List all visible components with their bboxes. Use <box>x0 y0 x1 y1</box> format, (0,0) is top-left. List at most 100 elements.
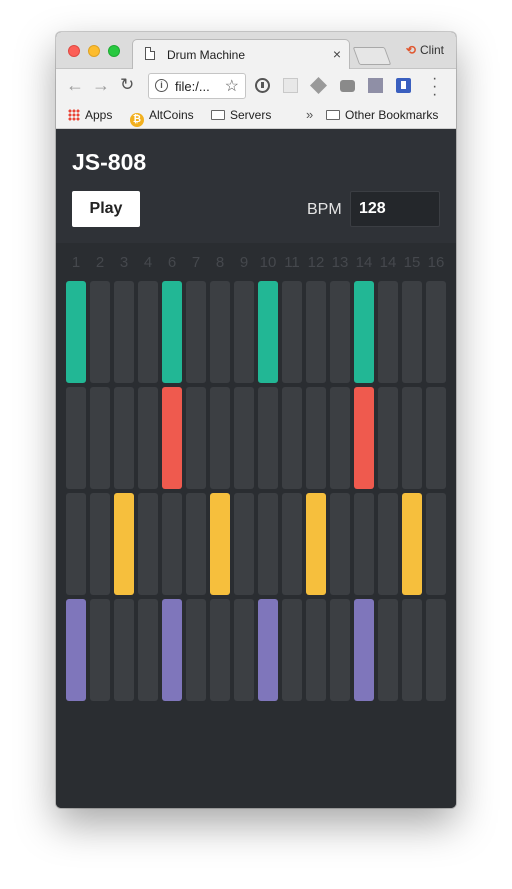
step-number: 16 <box>427 254 445 271</box>
step-pad[interactable] <box>330 387 350 489</box>
step-pad[interactable] <box>234 387 254 489</box>
step-pad-active[interactable] <box>210 493 230 595</box>
step-pad[interactable] <box>90 281 110 383</box>
step-pad[interactable] <box>402 281 422 383</box>
step-pad[interactable] <box>426 493 446 595</box>
step-pad[interactable] <box>426 387 446 489</box>
step-pad[interactable] <box>330 281 350 383</box>
maximize-window-button[interactable] <box>108 45 120 57</box>
step-pad[interactable] <box>186 599 206 701</box>
info-icon[interactable]: i <box>155 79 168 92</box>
step-pad[interactable] <box>306 281 326 383</box>
step-pad[interactable] <box>234 599 254 701</box>
step-pad[interactable] <box>90 493 110 595</box>
browser-menu-icon[interactable]: · · · <box>432 71 437 103</box>
step-pad[interactable] <box>66 387 86 489</box>
step-number: 6 <box>167 254 177 271</box>
step-pad-active[interactable] <box>114 493 134 595</box>
step-pad[interactable] <box>258 387 278 489</box>
tab-close-icon[interactable]: × <box>333 46 341 62</box>
step-pad[interactable] <box>402 387 422 489</box>
step-pad[interactable] <box>234 281 254 383</box>
bookmark-servers[interactable]: Servers <box>211 108 271 122</box>
step-pad[interactable] <box>138 599 158 701</box>
extension-page-icon[interactable] <box>283 78 298 93</box>
extension-layers-icon[interactable] <box>310 77 327 94</box>
step-pad-active[interactable] <box>258 281 278 383</box>
bookmark-star-icon[interactable]: ☆ <box>225 76 239 96</box>
extension-bookmark-icon[interactable] <box>396 78 411 93</box>
step-pad[interactable] <box>330 599 350 701</box>
step-pad[interactable] <box>378 493 398 595</box>
step-pad[interactable] <box>210 281 230 383</box>
step-pad[interactable] <box>138 493 158 595</box>
step-pad[interactable] <box>282 387 302 489</box>
step-pad[interactable] <box>354 493 374 595</box>
step-pad[interactable] <box>162 493 182 595</box>
bookmark-other[interactable]: Other Bookmarks <box>326 108 438 122</box>
step-pad[interactable] <box>138 387 158 489</box>
browser-window: Drum Machine × ⟲ Clint ← → ↻ i file:/... … <box>56 32 456 808</box>
close-window-button[interactable] <box>68 45 80 57</box>
profile-button[interactable]: ⟲ Clint <box>406 43 444 57</box>
step-number: 11 <box>284 254 300 271</box>
step-pad[interactable] <box>402 599 422 701</box>
bookmark-apps[interactable]: Apps <box>68 108 112 122</box>
step-number: 7 <box>191 254 201 271</box>
step-pad[interactable] <box>378 599 398 701</box>
step-pad[interactable] <box>426 599 446 701</box>
new-tab-button[interactable] <box>352 47 392 65</box>
step-pad[interactable] <box>90 599 110 701</box>
step-pad[interactable] <box>186 493 206 595</box>
step-pad-active[interactable] <box>66 599 86 701</box>
step-pad[interactable] <box>210 599 230 701</box>
step-pad[interactable] <box>306 387 326 489</box>
step-pad-active[interactable] <box>66 281 86 383</box>
step-pad[interactable] <box>186 387 206 489</box>
step-pad[interactable] <box>138 281 158 383</box>
step-number: 15 <box>403 254 421 271</box>
step-pad[interactable] <box>186 281 206 383</box>
step-pad-active[interactable] <box>162 281 182 383</box>
minimize-window-button[interactable] <box>88 45 100 57</box>
bpm-input[interactable] <box>350 191 440 227</box>
step-pad[interactable] <box>66 493 86 595</box>
step-pad-active[interactable] <box>354 599 374 701</box>
extension-info-icon[interactable] <box>255 78 270 93</box>
address-bar[interactable]: i file:/... ☆ <box>148 73 246 99</box>
extension-square-icon[interactable] <box>368 78 383 93</box>
step-pad-active[interactable] <box>306 493 326 595</box>
step-pad-active[interactable] <box>402 493 422 595</box>
step-pad[interactable] <box>282 599 302 701</box>
step-pad[interactable] <box>330 493 350 595</box>
step-pad[interactable] <box>114 387 134 489</box>
step-pad[interactable] <box>426 281 446 383</box>
extension-camera-icon[interactable] <box>340 80 355 92</box>
step-pad-active[interactable] <box>354 387 374 489</box>
app-title: JS-808 <box>72 149 147 175</box>
browser-tab[interactable]: Drum Machine × <box>132 39 350 69</box>
reload-icon[interactable]: ↻ <box>120 76 134 94</box>
step-pad[interactable] <box>306 599 326 701</box>
step-number: 2 <box>95 254 105 271</box>
step-pad[interactable] <box>282 281 302 383</box>
step-pad-active[interactable] <box>258 599 278 701</box>
bookmark-altcoins[interactable]: ₿ AltCoins <box>130 108 194 127</box>
step-pad[interactable] <box>258 493 278 595</box>
play-button[interactable]: Play <box>72 191 140 227</box>
step-pad[interactable] <box>114 599 134 701</box>
step-number: 1 <box>71 254 81 271</box>
step-pad-active[interactable] <box>354 281 374 383</box>
step-pad[interactable] <box>210 387 230 489</box>
step-pad[interactable] <box>378 387 398 489</box>
step-pad[interactable] <box>234 493 254 595</box>
step-pad[interactable] <box>378 281 398 383</box>
step-pad[interactable] <box>282 493 302 595</box>
step-pad-active[interactable] <box>162 387 182 489</box>
step-pad[interactable] <box>114 281 134 383</box>
step-pad-active[interactable] <box>162 599 182 701</box>
step-pad[interactable] <box>90 387 110 489</box>
forward-arrow-icon[interactable]: → <box>92 76 110 94</box>
back-arrow-icon[interactable]: ← <box>66 76 84 94</box>
bookmarks-overflow-icon[interactable]: » <box>306 107 313 122</box>
